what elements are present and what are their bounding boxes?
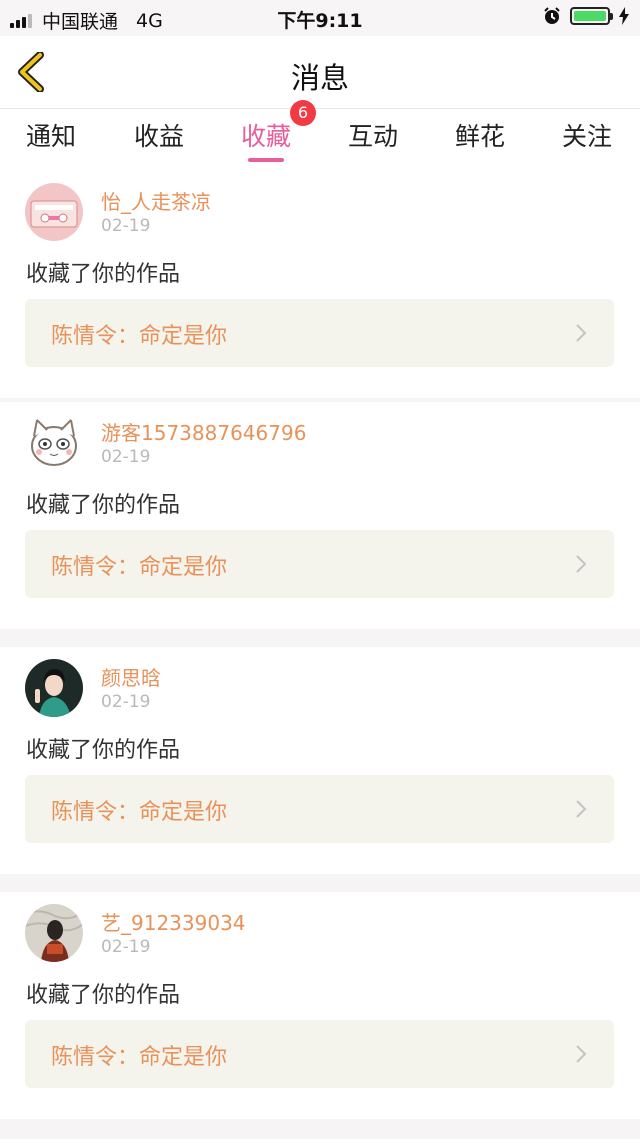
tab-following[interactable]: 关注 bbox=[562, 117, 612, 153]
page-title: 消息 bbox=[290, 61, 349, 95]
tab-notifications[interactable]: 通知 bbox=[26, 117, 76, 153]
tab-label: 收益 bbox=[134, 122, 185, 151]
action-text: 收藏了你的作品 bbox=[26, 262, 181, 287]
message-card: 颜思晗 02-19 收藏了你的作品 陈情令：命定是你 bbox=[0, 647, 640, 874]
avatar[interactable] bbox=[25, 659, 83, 717]
tab-label: 关注 bbox=[562, 122, 613, 151]
message-date: 02-19 bbox=[101, 692, 151, 712]
chevron-right-icon bbox=[576, 324, 587, 342]
message-date: 02-19 bbox=[101, 937, 151, 957]
work-link[interactable]: 陈情令：命定是你 bbox=[25, 530, 614, 598]
action-text: 收藏了你的作品 bbox=[26, 983, 181, 1008]
work-title: 陈情令：命定是你 bbox=[51, 800, 228, 825]
message-date: 02-19 bbox=[101, 216, 151, 236]
action-text: 收藏了你的作品 bbox=[26, 738, 181, 763]
chevron-right-icon bbox=[576, 1045, 587, 1063]
tab-interactions[interactable]: 互动 bbox=[348, 117, 398, 153]
unread-badge: 6 bbox=[290, 100, 316, 126]
chevron-right-icon bbox=[576, 555, 587, 573]
username[interactable]: 颜思晗 bbox=[101, 662, 161, 691]
work-title: 陈情令：命定是你 bbox=[51, 555, 228, 580]
alarm-icon bbox=[544, 7, 560, 24]
username[interactable]: 游客1573887646796 bbox=[101, 417, 306, 446]
username[interactable]: 艺_912339034 bbox=[101, 907, 246, 936]
tab-favorites[interactable]: 收藏 bbox=[241, 117, 292, 162]
tab-label: 互动 bbox=[348, 122, 399, 151]
message-card: 艺_912339034 02-19 收藏了你的作品 陈情令：命定是你 bbox=[0, 892, 640, 1119]
charging-icon bbox=[619, 7, 629, 25]
work-title: 陈情令：命定是你 bbox=[51, 324, 228, 349]
work-title: 陈情令：命定是你 bbox=[51, 1045, 228, 1070]
avatar[interactable] bbox=[25, 414, 83, 472]
tab-label: 鲜花 bbox=[455, 122, 506, 151]
message-card: 游客1573887646796 02-19 收藏了你的作品 陈情令：命定是你 bbox=[0, 402, 640, 629]
tab-bar: 通知 收益 收藏 互动 鲜花 关注 bbox=[0, 109, 640, 173]
avatar[interactable] bbox=[25, 904, 83, 962]
message-date: 02-19 bbox=[101, 447, 151, 467]
tab-label: 收藏 bbox=[241, 122, 292, 151]
status-right bbox=[542, 6, 630, 26]
battery-icon bbox=[570, 7, 613, 25]
work-link[interactable]: 陈情令：命定是你 bbox=[25, 775, 614, 843]
work-link[interactable]: 陈情令：命定是你 bbox=[25, 299, 614, 367]
work-link[interactable]: 陈情令：命定是你 bbox=[25, 1020, 614, 1088]
status-bar: 中国联通 4G 下午9:11 bbox=[0, 0, 640, 36]
active-tab-indicator bbox=[248, 158, 285, 162]
nav-bar: 消息 bbox=[0, 36, 640, 109]
avatar[interactable] bbox=[25, 183, 83, 241]
tab-earnings[interactable]: 收益 bbox=[134, 117, 184, 153]
tab-label: 通知 bbox=[26, 122, 77, 151]
username[interactable]: 怡_人走茶凉 bbox=[101, 186, 211, 215]
action-text: 收藏了你的作品 bbox=[26, 493, 181, 518]
message-card: 怡_人走茶凉 02-19 收藏了你的作品 陈情令：命定是你 bbox=[0, 171, 640, 398]
tab-flowers[interactable]: 鲜花 bbox=[455, 117, 505, 153]
chevron-right-icon bbox=[576, 800, 587, 818]
